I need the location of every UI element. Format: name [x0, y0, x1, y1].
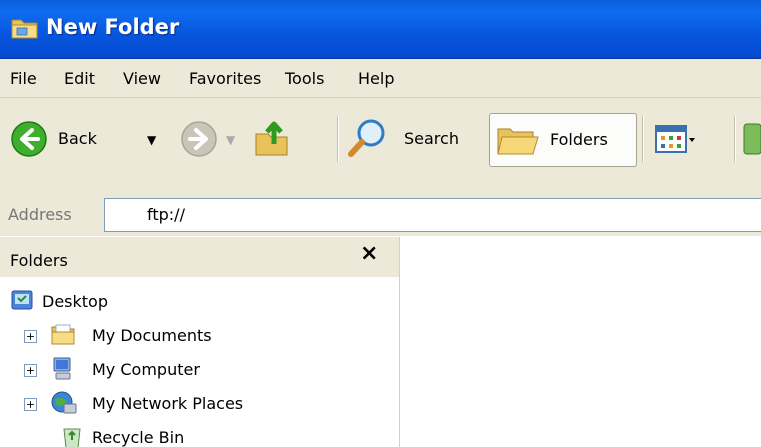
tree-label: My Network Places — [92, 394, 244, 413]
forward-arrow-icon — [181, 121, 217, 157]
recycle-bin-icon — [60, 424, 84, 447]
back-dropdown-icon[interactable]: ▼ — [147, 133, 156, 147]
address-value: ftp:// — [147, 205, 185, 224]
folder-contents-view[interactable] — [400, 237, 761, 447]
tree-label: My Computer — [92, 360, 200, 379]
menu-file[interactable]: File — [10, 69, 37, 88]
tree-item-my-computer[interactable]: + My Computer — [0, 356, 399, 390]
folders-button[interactable]: Folders — [489, 113, 637, 167]
back-label: Back — [58, 129, 97, 148]
forward-dropdown-icon[interactable]: ▼ — [226, 133, 235, 147]
up-folder-icon — [255, 121, 288, 156]
folder-icon — [10, 14, 40, 47]
forward-button[interactable] — [180, 120, 218, 162]
menu-view[interactable]: View — [123, 69, 161, 88]
folders-pane: Folders × Desktop + My Documents + My Co… — [0, 237, 400, 447]
address-label: Address — [8, 205, 72, 224]
folders-pane-title: Folders — [10, 251, 68, 270]
toolbar-separator — [642, 116, 644, 162]
network-places-icon — [50, 390, 78, 420]
back-arrow-icon — [10, 120, 48, 162]
search-button[interactable]: Search — [346, 116, 478, 162]
toolbar-separator — [734, 116, 736, 162]
tree-label: Recycle Bin — [92, 428, 185, 447]
back-button[interactable]: Back — [10, 120, 140, 160]
menu-tools[interactable]: Tools — [285, 69, 324, 88]
folders-pane-header: Folders × — [0, 237, 399, 277]
views-icon — [655, 125, 695, 153]
close-icon[interactable]: × — [360, 241, 378, 266]
menu-edit[interactable]: Edit — [64, 69, 95, 88]
window-title: New Folder — [46, 15, 180, 39]
title-bar[interactable]: New Folder — [0, 0, 761, 59]
search-icon — [346, 116, 388, 164]
address-bar: Address ftp:// — [0, 194, 761, 236]
toolbar-overflow-icon[interactable] — [742, 120, 761, 162]
up-folder-button[interactable] — [252, 116, 292, 164]
documents-folder-icon — [50, 322, 76, 350]
menu-bar: File Edit View Favorites Tools Help — [0, 59, 761, 98]
search-label: Search — [404, 129, 459, 148]
desktop-icon — [10, 288, 34, 316]
toolbar: Back ▼ ▼ Search Folders — [0, 98, 761, 195]
tree-label: Desktop — [42, 292, 108, 311]
expand-icon[interactable]: + — [24, 398, 37, 411]
tree-item-my-network-places[interactable]: + My Network Places — [0, 390, 399, 424]
tree-item-recycle-bin[interactable]: Recycle Bin — [0, 424, 399, 447]
tree-label: My Documents — [92, 326, 212, 345]
expand-icon[interactable]: + — [24, 364, 37, 377]
expand-icon[interactable]: + — [24, 330, 37, 343]
menu-favorites[interactable]: Favorites — [189, 69, 261, 88]
address-input[interactable]: ftp:// — [104, 198, 761, 232]
menu-help[interactable]: Help — [358, 69, 394, 88]
folders-icon — [496, 121, 540, 164]
toolbar-separator — [337, 116, 339, 162]
tree-item-desktop[interactable]: Desktop — [0, 288, 399, 322]
views-button[interactable] — [654, 122, 696, 160]
tree-item-my-documents[interactable]: + My Documents — [0, 322, 399, 356]
folders-label: Folders — [550, 130, 608, 149]
computer-icon — [50, 356, 76, 386]
